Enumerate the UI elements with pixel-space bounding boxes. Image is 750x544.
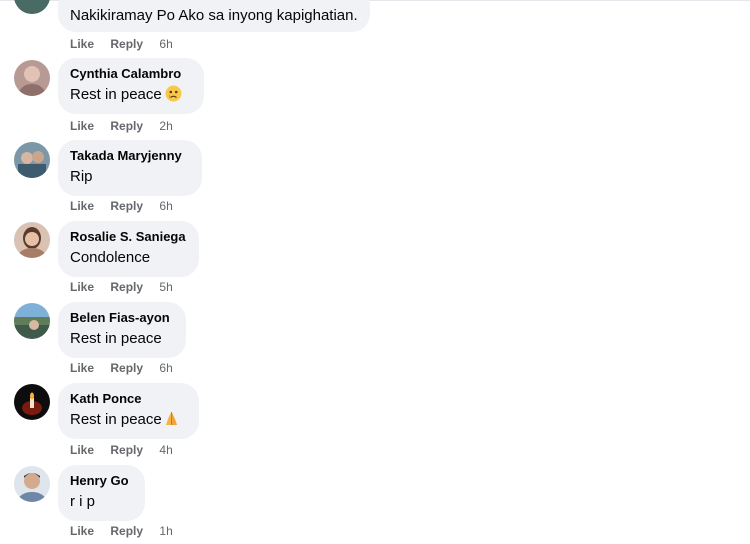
comment-time[interactable]: 6h <box>159 361 172 375</box>
avatar[interactable] <box>14 303 50 339</box>
comment-time[interactable]: 5h <box>159 280 172 294</box>
comment-text: Condolence <box>70 249 151 266</box>
reply-button[interactable]: Reply <box>110 361 143 375</box>
crying-face-icon <box>165 85 182 108</box>
comment-author[interactable]: Kath Ponce <box>70 391 187 407</box>
avatar[interactable] <box>14 0 50 14</box>
like-button[interactable]: Like <box>70 361 94 375</box>
comment-author[interactable]: Belen Fias-ayon <box>70 310 174 326</box>
comment-text-content: Rest in peace <box>70 86 162 103</box>
comment-actions: Like Reply 6h <box>70 199 173 213</box>
comment-text: Rest in peace <box>70 330 162 347</box>
comment-text: Rest in peace <box>70 85 192 108</box>
comment-time[interactable]: 6h <box>159 37 172 51</box>
reply-button[interactable]: Reply <box>110 280 143 294</box>
comment-time[interactable]: 1h <box>159 524 172 538</box>
reply-button[interactable]: Reply <box>110 199 143 213</box>
comment-actions: Like Reply 6h <box>70 37 173 51</box>
comment-time[interactable]: 6h <box>159 199 172 213</box>
avatar[interactable] <box>14 60 50 96</box>
like-button[interactable]: Like <box>70 443 94 457</box>
praying-hands-icon <box>163 410 180 433</box>
comment-author[interactable]: Cynthia Calambro <box>70 66 192 82</box>
comment-text: Rest in peace <box>70 410 187 433</box>
comment-actions: Like Reply 4h <box>70 443 173 457</box>
like-button[interactable]: Like <box>70 199 94 213</box>
like-button[interactable]: Like <box>70 119 94 133</box>
avatar[interactable] <box>14 222 50 258</box>
comment-author[interactable]: Henry Go <box>70 473 133 489</box>
reply-button[interactable]: Reply <box>110 443 143 457</box>
comment-actions: Like Reply 1h <box>70 524 173 538</box>
comment-bubble: Henry Go r i p <box>58 465 145 521</box>
comment-bubble: Takada Maryjenny Rip <box>58 140 202 196</box>
reply-button[interactable]: Reply <box>110 524 143 538</box>
comment-text: Rip <box>70 168 93 185</box>
comment-bubble: Cynthia Calambro Rest in peace <box>58 58 204 114</box>
comment-actions: Like Reply 2h <box>70 119 173 133</box>
avatar[interactable] <box>14 384 50 420</box>
comment-time[interactable]: 2h <box>159 119 172 133</box>
like-button[interactable]: Like <box>70 37 94 51</box>
comment-bubble: Kath Ponce Rest in peace <box>58 383 199 439</box>
comment-bubble: Rosalie S. Saniega Condolence <box>58 221 199 277</box>
like-button[interactable]: Like <box>70 524 94 538</box>
like-button[interactable]: Like <box>70 280 94 294</box>
reply-button[interactable]: Reply <box>110 119 143 133</box>
comment-text-content: Rest in peace <box>70 411 162 428</box>
comment-time[interactable]: 4h <box>159 443 172 457</box>
comment-author[interactable]: Rosalie S. Saniega <box>70 229 187 245</box>
comment-actions: Like Reply 6h <box>70 361 173 375</box>
comment-author[interactable]: Takada Maryjenny <box>70 148 190 164</box>
avatar[interactable] <box>14 466 50 502</box>
comment-text: r i p <box>70 493 96 510</box>
reply-button[interactable]: Reply <box>110 37 143 51</box>
comment-bubble: Nakikiramay Po Ako sa inyong kapighatian… <box>58 0 370 32</box>
comment-bubble: Belen Fias-ayon Rest in peace <box>58 302 186 358</box>
avatar[interactable] <box>14 142 50 178</box>
comment-actions: Like Reply 5h <box>70 280 173 294</box>
comment-text: Nakikiramay Po Ako sa inyong kapighatian… <box>70 7 358 24</box>
